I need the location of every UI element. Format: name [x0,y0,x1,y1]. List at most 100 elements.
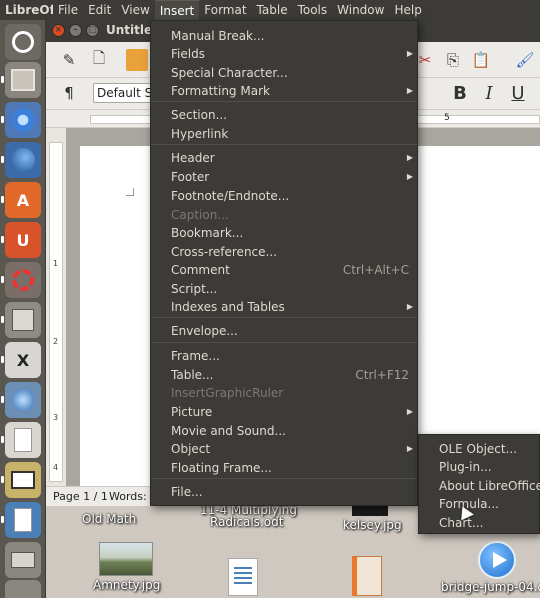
writer-doc-lines-icon [234,567,252,585]
vruler-mark-1: 1 [53,259,59,268]
insert-menu-item[interactable]: Comment Ctrl+Alt+C [151,261,417,279]
minimize-window-icon[interactable]: – [69,24,82,37]
open-folder-icon[interactable] [126,49,148,71]
menu-item-label: About LibreOffice [439,479,540,493]
web-browser-icon[interactable] [1,382,41,418]
ubuntu-one-icon[interactable]: U [1,222,41,258]
insert-menu-item[interactable]: Fields ▶ [151,45,417,63]
submenu-arrow-icon: ▶ [406,49,413,58]
submenu-arrow-icon: ▶ [406,153,413,162]
menu-item-label: OLE Object... [439,442,518,456]
object-submenu-item[interactable]: Chart... [419,514,539,532]
desktop-label-old-math[interactable]: Old Math [82,512,136,526]
insert-menu-item[interactable]: Frame... [151,347,417,365]
menu-item-label: Header [171,151,215,165]
menu-table[interactable]: Table [252,0,293,20]
menu-format[interactable]: Format [199,0,251,20]
files-icon[interactable] [1,62,41,98]
insert-menu-item[interactable]: Formatting Mark ▶ [151,82,417,100]
insert-menu-item[interactable]: Envelope... [151,322,417,340]
menu-help[interactable]: Help [389,0,426,20]
insert-menu: Manual Break... Fields ▶ Special Character.… [150,20,418,506]
menu-item-label: Plug-in... [439,460,492,474]
kelsey-thumbnail[interactable] [352,506,388,516]
menu-edit[interactable]: Edit [83,0,116,20]
bold-icon[interactable]: B [449,82,471,104]
submenu-arrow-icon: ▶ [406,444,413,453]
dash-home-icon[interactable] [5,24,41,60]
vruler-mark-3: 3 [53,413,59,422]
insert-menu-item[interactable]: Movie and Sound... [151,422,417,440]
object-submenu-item[interactable]: Formula... [419,495,539,513]
desktop-label-kelsey[interactable]: kelsey.jpg [343,518,402,532]
object-submenu-item[interactable]: About LibreOffice [419,477,540,495]
writer-icon[interactable] [1,502,41,538]
new-document-icon[interactable]: 🗋 [88,49,110,71]
desktop-label-bridge-jump[interactable]: bridge-jump-04.od [441,580,540,594]
menu-item-label: Footer [171,170,210,184]
desktop-label-radicals-2[interactable]: Radicals.odt [210,515,283,529]
insert-menu-item[interactable]: Indexes and Tables ▶ [151,298,417,316]
italic-icon[interactable]: I [478,82,500,104]
menu-view[interactable]: View [116,0,154,20]
insert-menu-item[interactable]: Section... [151,106,417,124]
insert-menu-item[interactable]: Object ▶ [151,440,417,458]
workspace-switcher-icon[interactable] [1,302,41,338]
menu-item-label: InsertGraphicRuler [171,386,284,400]
menu-item-label: Script... [171,282,218,296]
desktop-label-amnety[interactable]: Amnety.jpg [93,578,160,592]
insert-menu-item[interactable]: Footnote/Endnote... [151,187,417,205]
menu-item-label: Hyperlink [171,127,229,141]
insert-menu-item[interactable]: Floating Frame... [151,459,417,477]
insert-menu-item[interactable]: Header ▶ [151,149,417,167]
insert-menu-item: Caption... [151,206,417,224]
terminal-x-icon[interactable]: X [1,342,41,378]
libreoffice-document-icon[interactable] [1,422,41,458]
menu-separator [151,342,417,343]
insert-menu-item[interactable]: Hyperlink [151,125,417,143]
menu-separator [151,101,417,102]
menu-item-label: Formatting Mark [171,84,270,98]
orange-document-icon[interactable] [352,556,382,596]
object-submenu-item[interactable]: Plug-in... [419,458,539,476]
submenu-arrow-icon: ▶ [406,407,413,416]
insert-menu-item[interactable]: Picture ▶ [151,403,417,421]
writer-document-icon[interactable] [228,558,258,596]
play-media-icon[interactable] [478,541,516,579]
menu-tools[interactable]: Tools [293,0,333,20]
trash-icon[interactable] [5,580,41,598]
system-settings-icon[interactable] [1,262,41,298]
software-center-icon[interactable]: A [1,182,41,218]
edit-file-icon[interactable]: ✎ [58,49,80,71]
insert-menu-item[interactable]: Manual Break... [151,27,417,45]
amnety-thumbnail[interactable] [99,542,153,576]
menu-item-label: Special Character... [171,66,288,80]
styles-icon[interactable]: ¶ [58,82,80,104]
thunderbird-icon[interactable] [1,142,41,178]
close-window-icon[interactable]: × [52,24,65,37]
impress-icon[interactable] [1,462,41,498]
maximize-window-icon[interactable]: □ [86,24,99,37]
insert-menu-item[interactable]: File... [151,483,417,501]
menu-file[interactable]: File [53,0,83,20]
menu-separator [151,144,417,145]
status-page[interactable]: Page 1 / 1 [53,490,108,503]
insert-menu-item[interactable]: Script... [151,280,417,298]
insert-menu-item[interactable]: Footer ▶ [151,168,417,186]
insert-menu-item[interactable]: Table... Ctrl+F12 [151,366,417,384]
scanner-icon[interactable] [5,542,41,578]
menu-window[interactable]: Window [332,0,389,20]
clone-formatting-icon[interactable]: 🖌 [514,49,536,71]
copy-icon[interactable]: ⎘ [442,49,464,71]
object-submenu-item[interactable]: OLE Object... [419,440,539,458]
insert-menu-item[interactable]: Bookmark... [151,224,417,242]
insert-menu-item[interactable]: Special Character... [151,64,417,82]
menu-item-label: Bookmark... [171,226,244,240]
menu-insert[interactable]: Insert [154,0,200,20]
paste-icon[interactable]: 📋 [470,49,492,71]
insert-menu-item[interactable]: Cross-reference... [151,243,417,261]
underline-icon[interactable]: U [507,82,529,104]
menu-item-label: Picture [171,405,213,419]
vertical-ruler[interactable]: 1 2 3 4 [49,142,63,482]
chromium-icon[interactable] [1,102,41,138]
